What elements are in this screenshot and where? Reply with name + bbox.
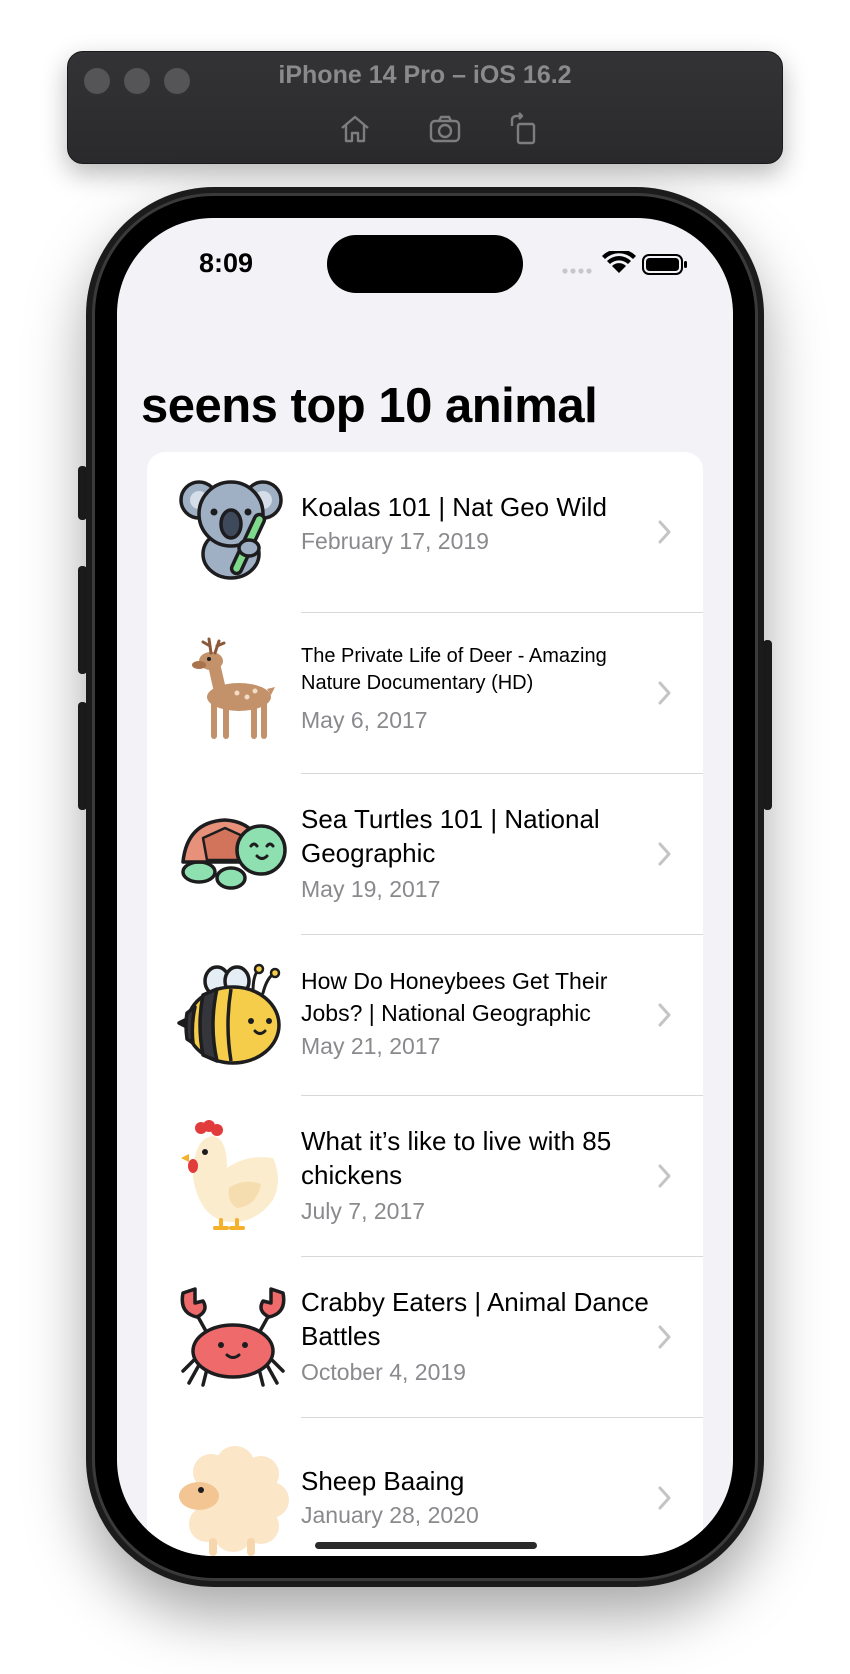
video-list: Koalas 101 | Nat Geo Wild February 17, 2… [147, 452, 703, 1556]
item-texts: Sea Turtles 101 | National Geographic Ma… [301, 802, 651, 903]
crab-icon [177, 1281, 289, 1393]
chevron-right-icon [658, 1164, 671, 1188]
item-texts: Sheep Baaing January 28, 2020 [301, 1464, 651, 1529]
item-date: May 21, 2017 [301, 1033, 441, 1059]
item-title: Sea Turtles 101 | National Geographic [301, 804, 600, 868]
chevron-right-icon [658, 842, 671, 866]
item-title: How Do Honeybees Get Their Jobs? | Natio… [301, 968, 608, 1026]
list-item[interactable]: Sheep Baaing January 28, 2020 [147, 1418, 703, 1556]
chevron-right-icon [658, 1325, 671, 1349]
item-texts: What it’s like to live with 85 chickens … [301, 1124, 651, 1225]
item-title: The Private Life of Deer - Amazing Natur… [301, 645, 607, 694]
item-title: Sheep Baaing [301, 1466, 465, 1496]
chevron-right-icon [658, 1486, 671, 1510]
item-title: Crabby Eaters | Animal Dance Battles [301, 1287, 649, 1351]
signal-icon [562, 268, 592, 274]
rotate-icon[interactable] [508, 112, 542, 146]
list-item[interactable]: Koalas 101 | Nat Geo Wild February 17, 2… [147, 452, 703, 613]
list-item[interactable]: Crabby Eaters | Animal Dance Battles Oct… [147, 1257, 703, 1418]
item-date: October 4, 2019 [301, 1359, 466, 1385]
deer-icon [177, 637, 289, 749]
home-indicator[interactable] [315, 1542, 537, 1549]
power-button [763, 640, 772, 810]
bee-icon [177, 961, 289, 1073]
item-texts: Crabby Eaters | Animal Dance Battles Oct… [301, 1285, 651, 1386]
home-icon[interactable] [338, 112, 372, 146]
dynamic-island [327, 235, 523, 293]
wifi-icon [602, 248, 636, 273]
chevron-right-icon [658, 681, 671, 705]
phone-screen: 8:09 seens top 10 animal Koalas 101 | Na… [117, 218, 733, 1556]
item-date: May 19, 2017 [301, 876, 441, 902]
list-item[interactable]: The Private Life of Deer - Amazing Natur… [147, 613, 703, 774]
battery-icon [642, 254, 687, 275]
list-item[interactable]: Sea Turtles 101 | National Geographic Ma… [147, 774, 703, 935]
item-title: What it’s like to live with 85 chickens [301, 1126, 612, 1190]
koala-icon [177, 472, 289, 584]
screenshot-icon[interactable] [428, 112, 462, 146]
list-item[interactable]: How Do Honeybees Get Their Jobs? | Natio… [147, 935, 703, 1096]
chevron-right-icon [658, 520, 671, 544]
status-icons [557, 248, 697, 277]
item-date: January 28, 2020 [301, 1502, 479, 1528]
item-texts: The Private Life of Deer - Amazing Natur… [301, 643, 651, 734]
chevron-right-icon [658, 1003, 671, 1027]
status-time: 8:09 [199, 248, 254, 278]
sheep-icon [177, 1446, 289, 1556]
item-texts: Koalas 101 | Nat Geo Wild February 17, 2… [301, 490, 651, 555]
simulator-title: iPhone 14 Pro – iOS 16.2 [278, 61, 572, 89]
item-texts: How Do Honeybees Get Their Jobs? | Natio… [301, 965, 651, 1060]
list-item[interactable]: What it’s like to live with 85 chickens … [147, 1096, 703, 1257]
item-title: Koalas 101 | Nat Geo Wild [301, 492, 607, 522]
turtle-icon [177, 798, 289, 910]
item-date: July 7, 2017 [301, 1198, 426, 1224]
page-title: seens top 10 animal [141, 379, 598, 433]
item-date: May 6, 2017 [301, 707, 428, 733]
item-date: February 17, 2019 [301, 528, 489, 554]
chicken-icon [177, 1118, 289, 1230]
